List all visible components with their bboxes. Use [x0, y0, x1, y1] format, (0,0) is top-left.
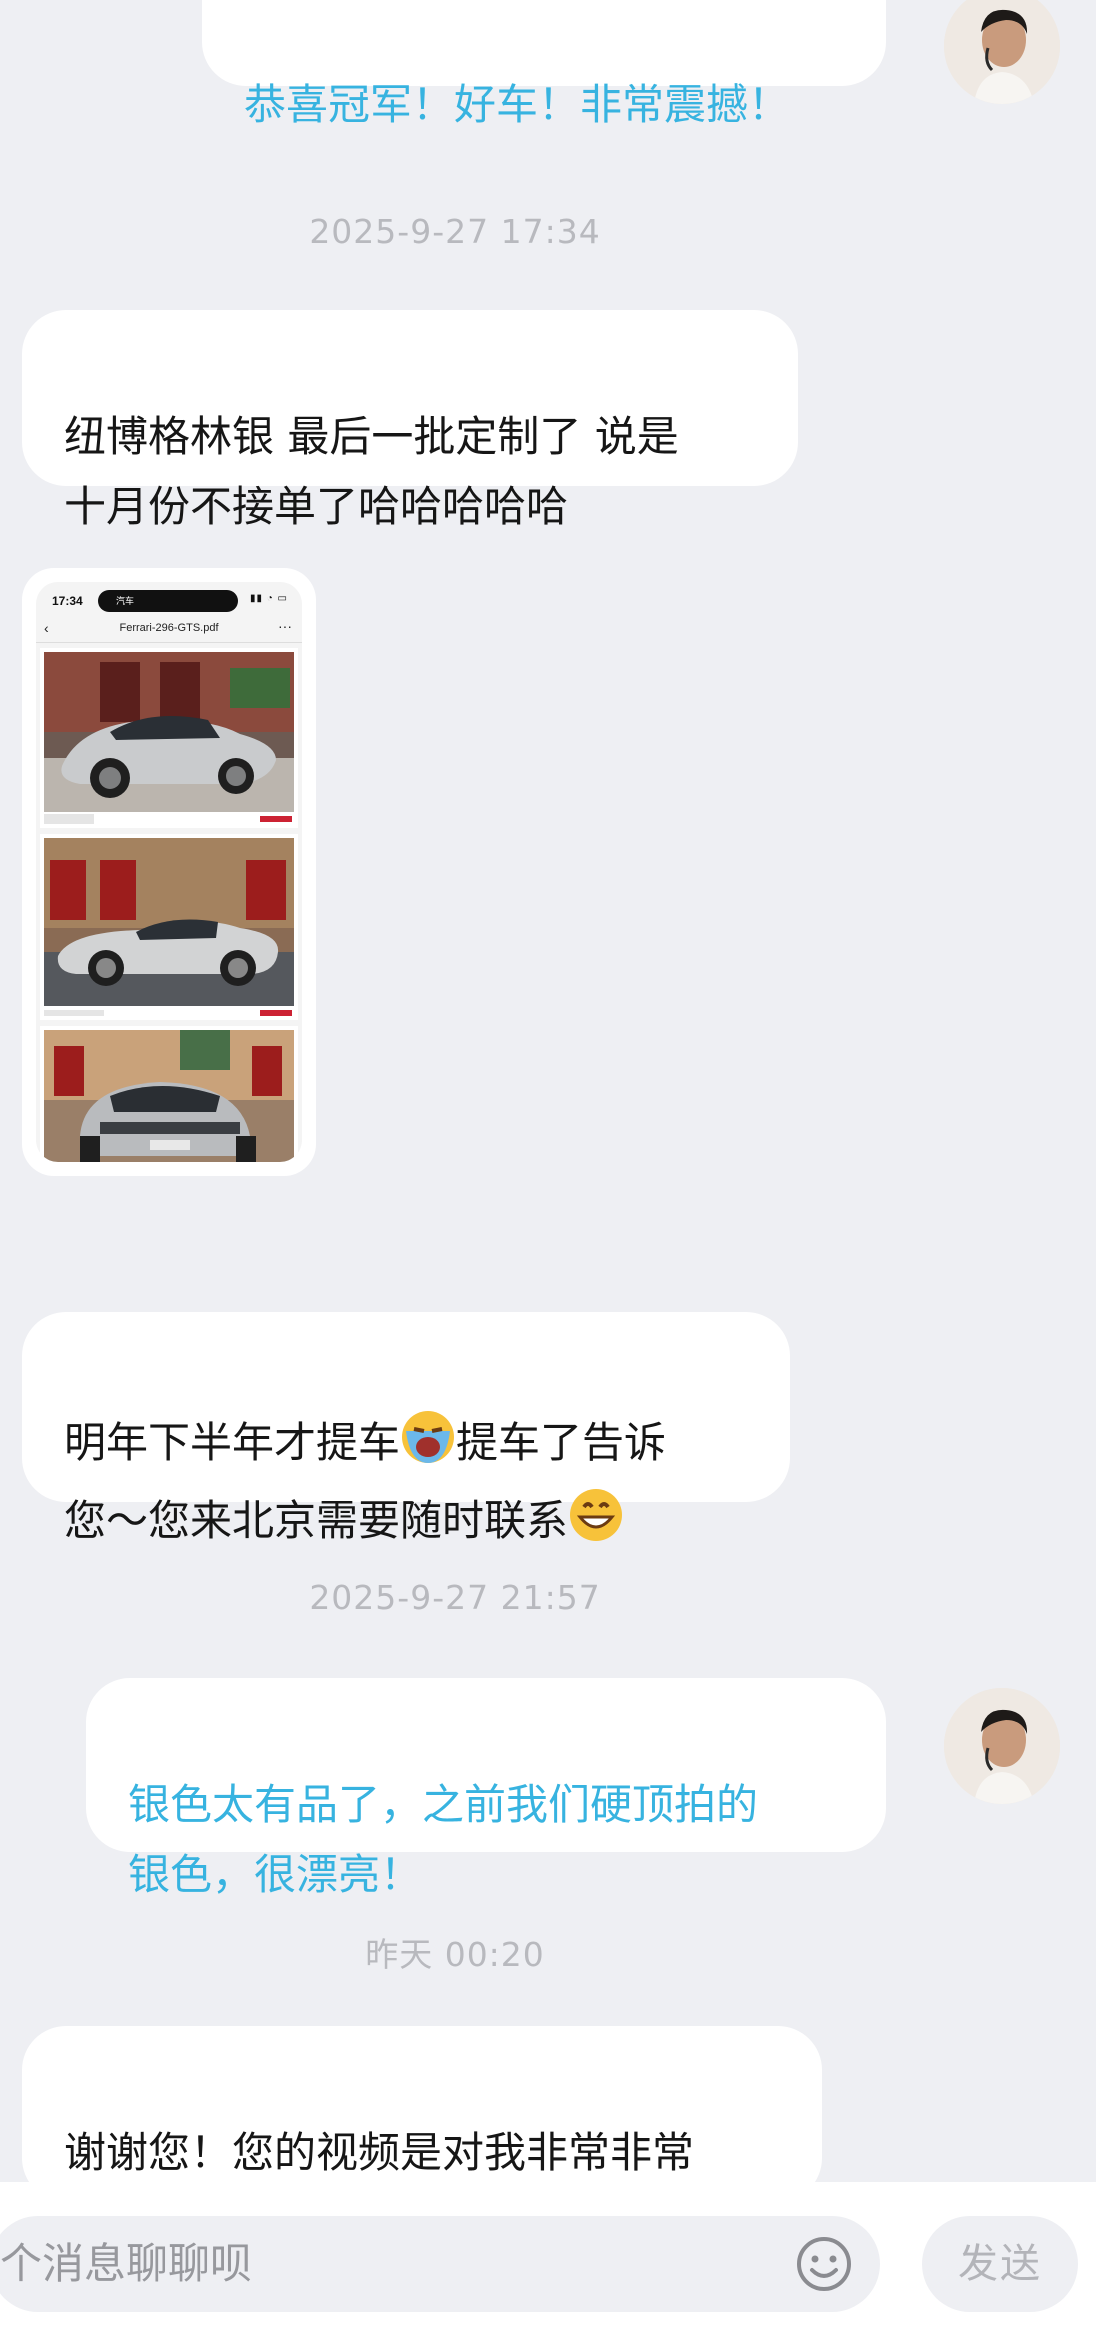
- timestamp: 2025-9-27 17:34: [309, 212, 601, 251]
- pdf-page: [40, 648, 298, 828]
- dynamic-island: 汽车: [98, 590, 238, 612]
- message-composer: 个消息聊聊呗 发送: [0, 2182, 1096, 2345]
- phone-status-bar: 17:34 汽车 ▮▮ ◔ ▭: [36, 582, 302, 616]
- user-avatar-icon: [944, 0, 1060, 104]
- more-icon: ···: [278, 618, 292, 634]
- pdf-page: [40, 1026, 298, 1162]
- status-time: 17:34: [52, 594, 83, 608]
- message-text: 提车了告诉: [456, 1418, 667, 1467]
- received-message-bubble[interactable]: 纽博格林银 最后一批定制了 说是 十月份不接单了哈哈哈哈哈: [22, 310, 798, 531]
- sent-message-bubble[interactable]: 银色太有品了，之前我们硬顶拍的 银色，很漂亮！: [86, 1678, 886, 1899]
- image-message[interactable]: 17:34 汽车 ▮▮ ◔ ▭ ‹ Ferrari-296-GTS.pdf ··…: [22, 568, 316, 1176]
- island-label: 汽车: [116, 596, 135, 606]
- pdf-nav-bar: ‹ Ferrari-296-GTS.pdf ···: [36, 618, 302, 643]
- avatar[interactable]: [944, 1688, 1060, 1804]
- send-button[interactable]: 发送: [922, 2216, 1078, 2312]
- received-message-bubble[interactable]: 明年下半年才提车 提车了告诉您～您来北京需要随时联系: [22, 1312, 790, 1545]
- message-text: 您～您来北京需要随时联系: [64, 1496, 569, 1545]
- message-text: 明年下半年才提车: [64, 1418, 401, 1467]
- user-avatar-icon: [944, 1688, 1060, 1804]
- emoji-button-icon[interactable]: [794, 2234, 854, 2294]
- signal-battery-icon: ▮▮ ◔ ▭: [249, 593, 288, 604]
- message-text: 恭喜冠军！好车！非常震撼！: [244, 80, 791, 129]
- pdf-filename: Ferrari-296-GTS.pdf: [119, 622, 219, 634]
- message-input[interactable]: 个消息聊聊呗: [0, 2216, 880, 2312]
- pdf-page: [40, 834, 298, 1020]
- input-placeholder: 个消息聊聊呗: [0, 2239, 253, 2288]
- crying-face-emoji: [400, 1409, 456, 1486]
- timestamp: 2025-9-27 21:57: [309, 1578, 601, 1617]
- avatar[interactable]: [944, 0, 1060, 104]
- received-message-bubble[interactable]: 谢谢您！您的视频是对我非常非常 宝贵的参考～: [22, 2026, 822, 2247]
- timestamp: 昨天 00:20: [365, 1935, 545, 1974]
- message-text: 银色太有品了，之前我们硬顶拍的 银色，很漂亮！: [128, 1780, 759, 1899]
- grinning-face-emoji: [568, 1487, 624, 1564]
- message-text: 纽博格林银 最后一批定制了 说是 十月份不接单了哈哈哈哈哈: [64, 412, 679, 531]
- sent-message-bubble[interactable]: 恭喜冠军！好车！非常震撼！: [202, 0, 886, 129]
- screenshot-preview: 17:34 汽车 ▮▮ ◔ ▭ ‹ Ferrari-296-GTS.pdf ··…: [36, 582, 302, 1162]
